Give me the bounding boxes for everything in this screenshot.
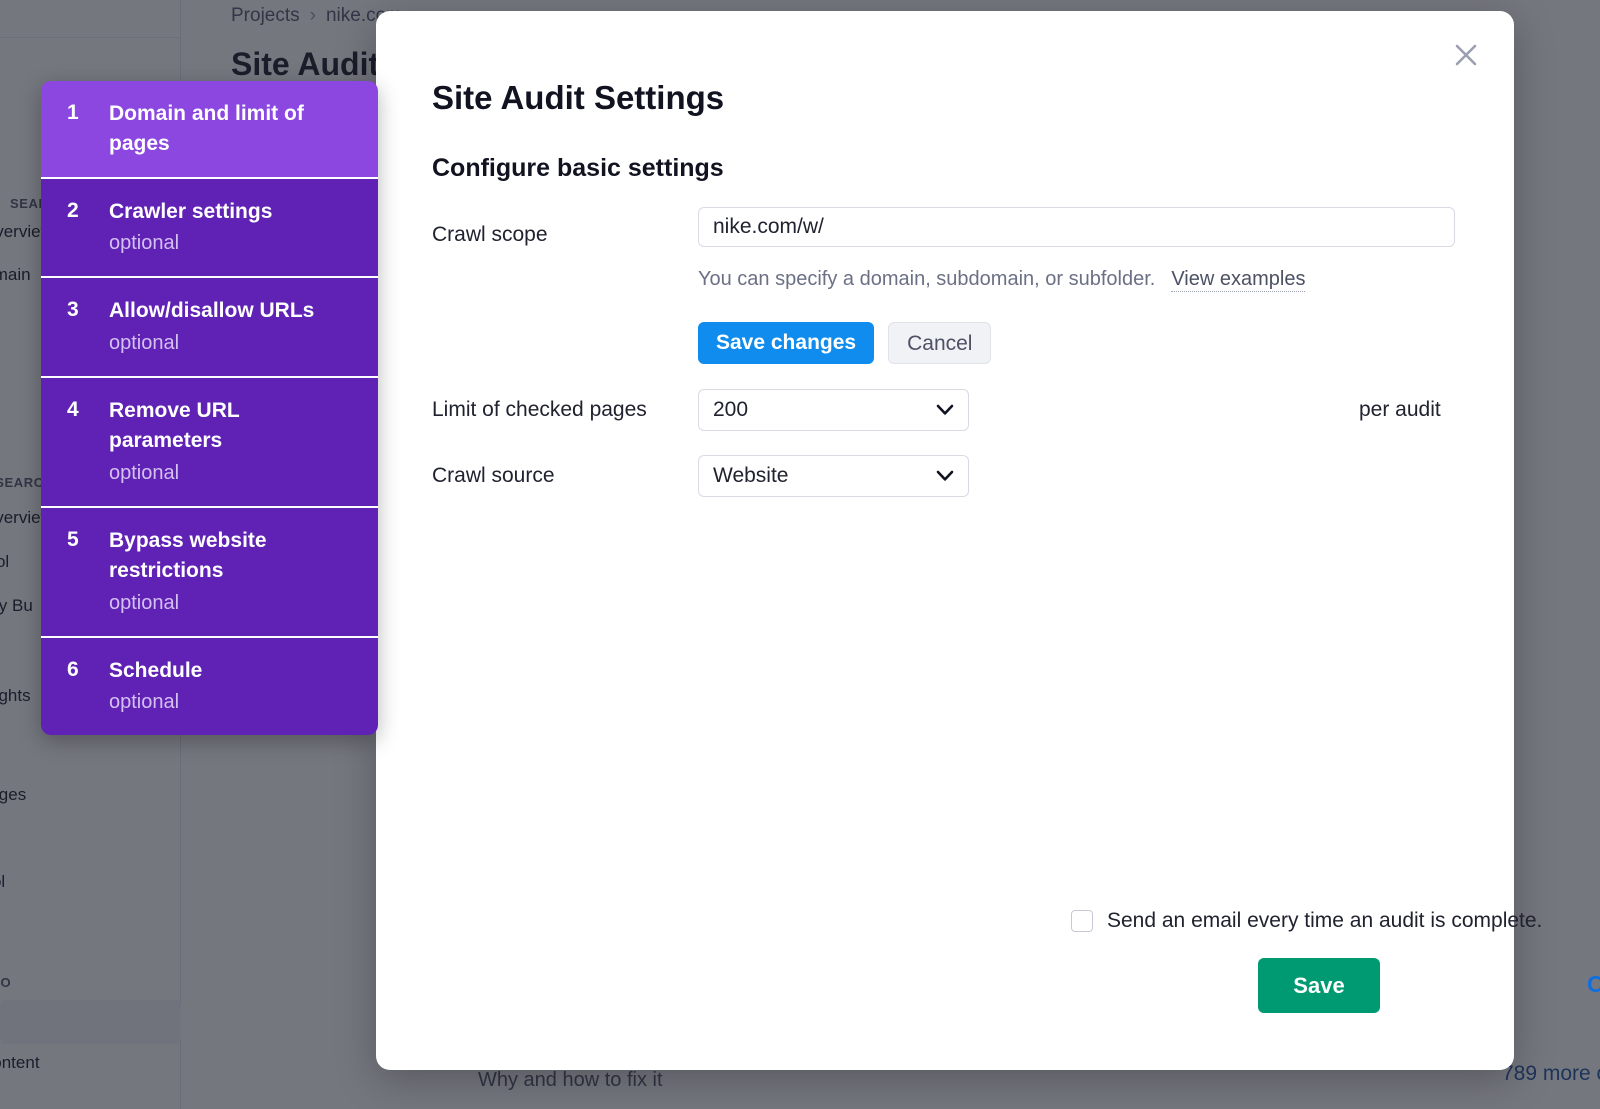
- crawl-scope-label: Crawl scope: [432, 223, 548, 247]
- wizard-step-5[interactable]: 5 Bypass website restrictions optional: [41, 508, 378, 638]
- crawl-source-label: Crawl source: [432, 464, 555, 488]
- save-button[interactable]: Save: [1258, 958, 1380, 1013]
- crawl-scope-input[interactable]: [698, 207, 1455, 247]
- crawl-scope-actions: Save changes Cancel: [698, 322, 991, 364]
- chevron-down-icon: [936, 470, 954, 482]
- settings-step-wizard: 1 Domain and limit of pages 2 Crawler se…: [41, 81, 378, 735]
- wizard-step-4-optional: optional: [109, 458, 352, 488]
- limit-pages-value: 200: [713, 398, 936, 422]
- wizard-step-1-number: 1: [67, 99, 109, 127]
- per-audit-suffix: per audit: [1359, 398, 1441, 422]
- wizard-step-6[interactable]: 6 Schedule optional: [41, 638, 378, 736]
- email-notification-label: Send an email every time an audit is com…: [1107, 909, 1542, 933]
- email-notification-checkbox[interactable]: [1071, 910, 1093, 932]
- wizard-step-1[interactable]: 1 Domain and limit of pages: [41, 81, 378, 179]
- wizard-step-3-number: 3: [67, 296, 109, 324]
- wizard-step-1-title: Domain and limit of pages: [109, 99, 352, 159]
- wizard-step-6-optional: optional: [109, 687, 352, 717]
- wizard-step-4-title: Remove URL parameters: [109, 396, 352, 456]
- wizard-step-5-title: Bypass website restrictions: [109, 526, 352, 586]
- crawl-scope-hint: You can specify a domain, subdomain, or …: [698, 268, 1305, 292]
- wizard-step-3[interactable]: 3 Allow/disallow URLs optional: [41, 278, 378, 378]
- wizard-step-4[interactable]: 4 Remove URL parameters optional: [41, 378, 378, 508]
- wizard-step-2[interactable]: 2 Crawler settings optional: [41, 179, 378, 279]
- save-changes-button[interactable]: Save changes: [698, 322, 874, 364]
- limit-pages-label: Limit of checked pages: [432, 398, 647, 422]
- wizard-step-6-title: Schedule: [109, 656, 352, 686]
- wizard-step-2-optional: optional: [109, 228, 352, 258]
- wizard-step-3-optional: optional: [109, 328, 352, 358]
- wizard-step-5-number: 5: [67, 526, 109, 554]
- crawler-settings-next-link[interactable]: Crawler settings: [1587, 971, 1600, 998]
- wizard-step-6-number: 6: [67, 656, 109, 684]
- crawl-source-select[interactable]: Website: [698, 455, 969, 497]
- wizard-step-3-title: Allow/disallow URLs: [109, 296, 352, 326]
- screen: SEARCH Overview Domain RESEARCH Overview…: [0, 0, 1600, 1109]
- cancel-button[interactable]: Cancel: [888, 322, 991, 364]
- modal-subtitle: Configure basic settings: [432, 154, 724, 183]
- crawler-settings-next-label: Crawler settings: [1587, 971, 1600, 998]
- crawl-source-value: Website: [713, 464, 936, 488]
- chevron-down-icon: [936, 404, 954, 416]
- limit-pages-select[interactable]: 200: [698, 389, 969, 431]
- modal-title: Site Audit Settings: [432, 79, 724, 117]
- wizard-step-2-number: 2: [67, 197, 109, 225]
- wizard-step-4-number: 4: [67, 396, 109, 424]
- crawl-scope-hint-text: You can specify a domain, subdomain, or …: [698, 268, 1155, 291]
- wizard-step-5-optional: optional: [109, 588, 352, 618]
- email-notification-row: Send an email every time an audit is com…: [1071, 909, 1542, 933]
- site-audit-settings-modal: Site Audit Settings Configure basic sett…: [376, 11, 1514, 1070]
- wizard-step-2-title: Crawler settings: [109, 197, 352, 227]
- view-examples-link[interactable]: View examples: [1171, 268, 1305, 292]
- close-icon[interactable]: [1444, 33, 1488, 77]
